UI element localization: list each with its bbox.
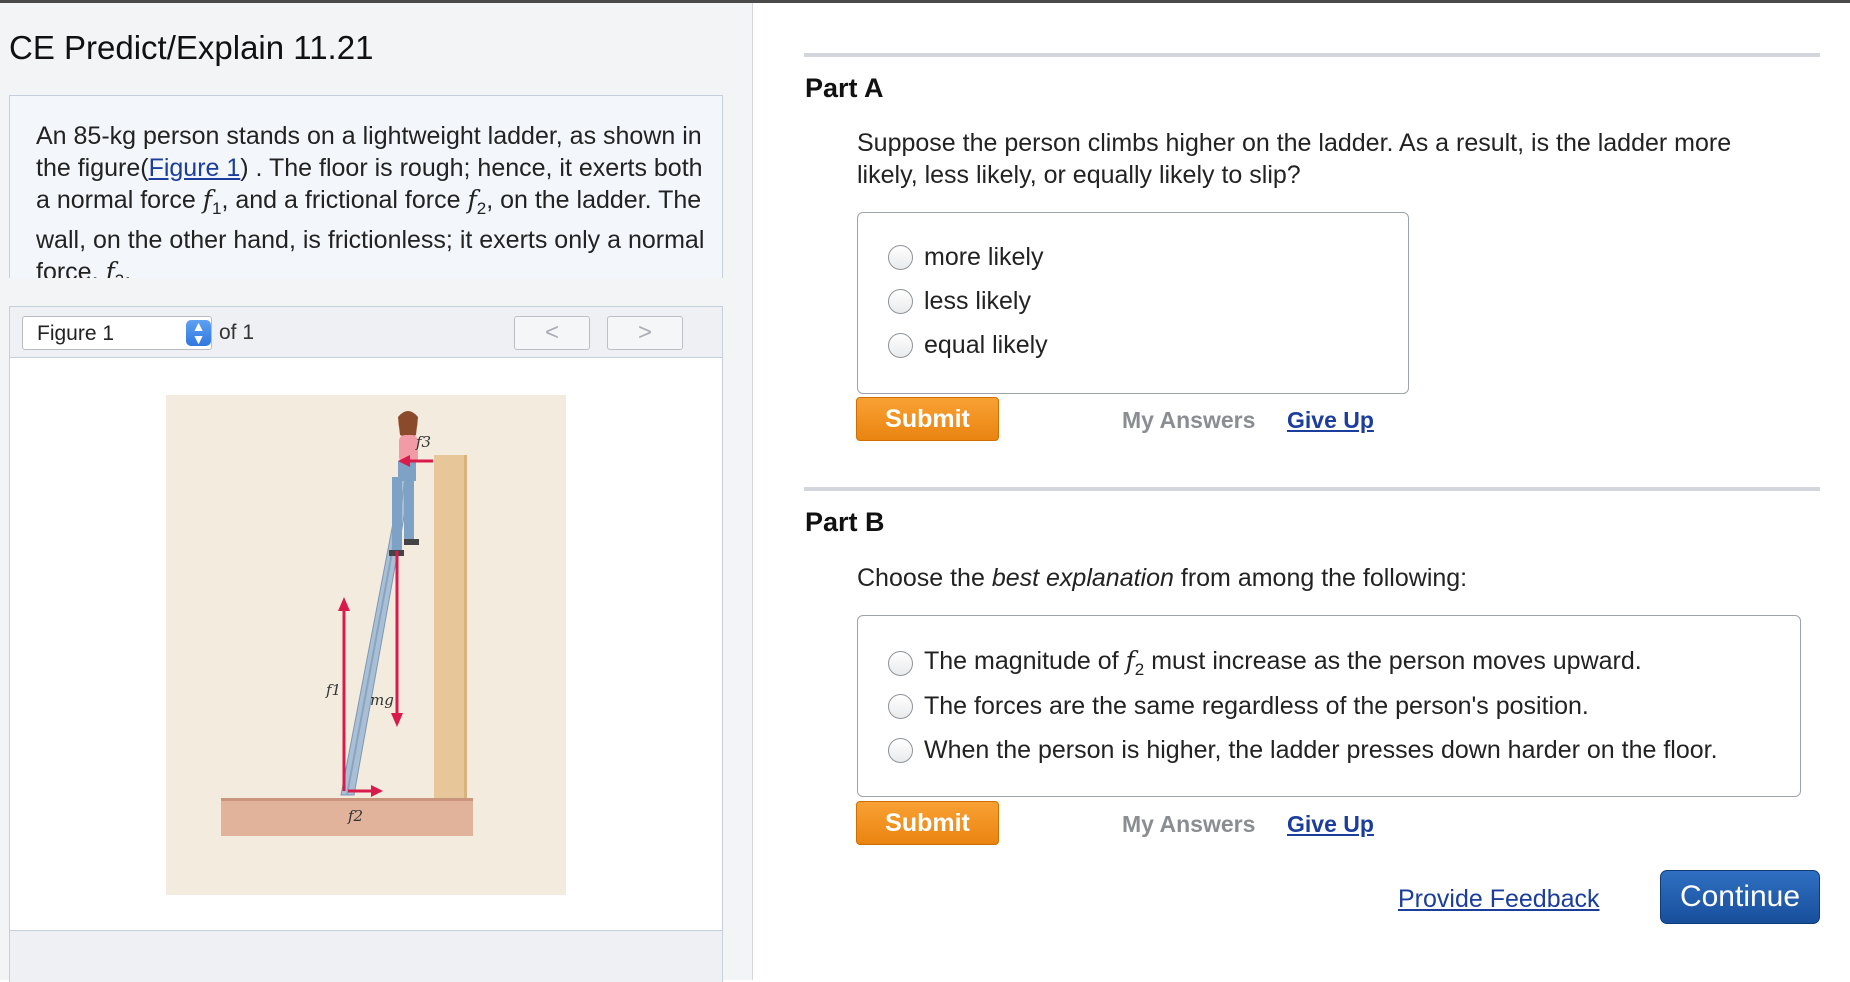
- figure-toolbar: Figure 1 ▲ ▼ of 1 < >: [10, 307, 722, 358]
- part-b-option-3[interactable]: When the person is higher, the ladder pr…: [888, 736, 1718, 765]
- next-figure-button[interactable]: >: [607, 316, 683, 350]
- problem-title: CE Predict/Explain 11.21: [9, 29, 374, 66]
- chevron-right-icon: >: [637, 319, 652, 346]
- part-a-option-2[interactable]: less likely: [888, 287, 1031, 316]
- floor: [221, 798, 473, 836]
- part-b-question: Choose the best explanation from among t…: [857, 564, 1468, 592]
- part-a-divider: [804, 53, 1820, 57]
- label-f3: f3: [415, 433, 431, 451]
- radio-button[interactable]: [888, 245, 913, 270]
- part-b-option-2[interactable]: The forces are the same regardless of th…: [888, 692, 1589, 721]
- problem-text: An 85-kg person stands on a lightweight …: [36, 122, 705, 278]
- part-a-option-1[interactable]: more likely: [888, 243, 1043, 272]
- radio-button[interactable]: [888, 694, 913, 719]
- part-a-my-answers: My Answers: [1122, 407, 1256, 433]
- part-b-option-1[interactable]: The magnitude of f2 must increase as the…: [888, 646, 1642, 680]
- prev-figure-button[interactable]: <: [514, 316, 590, 350]
- chevron-updown-icon: ▲ ▼: [186, 319, 211, 346]
- part-b-my-answers: My Answers: [1122, 811, 1256, 837]
- figure-select[interactable]: Figure 1 ▲ ▼: [22, 316, 212, 350]
- radio-button[interactable]: [888, 333, 913, 358]
- label-f2: f2: [347, 807, 363, 825]
- part-a-give-up-link[interactable]: Give Up: [1287, 407, 1374, 434]
- figure-link[interactable]: Figure 1: [149, 154, 241, 182]
- figure-footer: [10, 930, 722, 982]
- continue-button[interactable]: Continue: [1660, 870, 1820, 924]
- problem-statement: An 85-kg person stands on a lightweight …: [9, 95, 723, 278]
- part-a-title: Part A: [805, 73, 884, 103]
- part-a-question: Suppose the person climbs higher on the …: [857, 129, 1732, 189]
- radio-button[interactable]: [888, 289, 913, 314]
- wall: [434, 455, 467, 800]
- provide-feedback-link[interactable]: Provide Feedback: [1398, 885, 1600, 914]
- part-b-submit-button[interactable]: Submit: [856, 801, 999, 845]
- part-b-options: The magnitude of f2 must increase as the…: [857, 615, 1801, 797]
- figure-viewer: Figure 1 ▲ ▼ of 1 < > f3 f1 mg f2: [9, 306, 723, 982]
- part-a-options: more likely less likely equal likely: [857, 212, 1409, 394]
- part-b-give-up-link[interactable]: Give Up: [1287, 811, 1374, 838]
- figure-count: of 1: [219, 321, 255, 344]
- part-a-submit-button[interactable]: Submit: [856, 397, 999, 441]
- part-b-title: Part B: [805, 507, 885, 537]
- part-b-divider: [804, 487, 1820, 491]
- radio-button[interactable]: [888, 650, 913, 676]
- part-a-option-3[interactable]: equal likely: [888, 331, 1048, 360]
- label-mg: mg: [370, 691, 394, 709]
- label-f1: f1: [325, 681, 341, 699]
- problem-panel: CE Predict/Explain 11.21 An 85-kg person…: [0, 3, 753, 982]
- ladder-figure: f3 f1 mg f2: [166, 395, 566, 895]
- radio-button[interactable]: [888, 738, 913, 763]
- chevron-left-icon: <: [544, 319, 559, 346]
